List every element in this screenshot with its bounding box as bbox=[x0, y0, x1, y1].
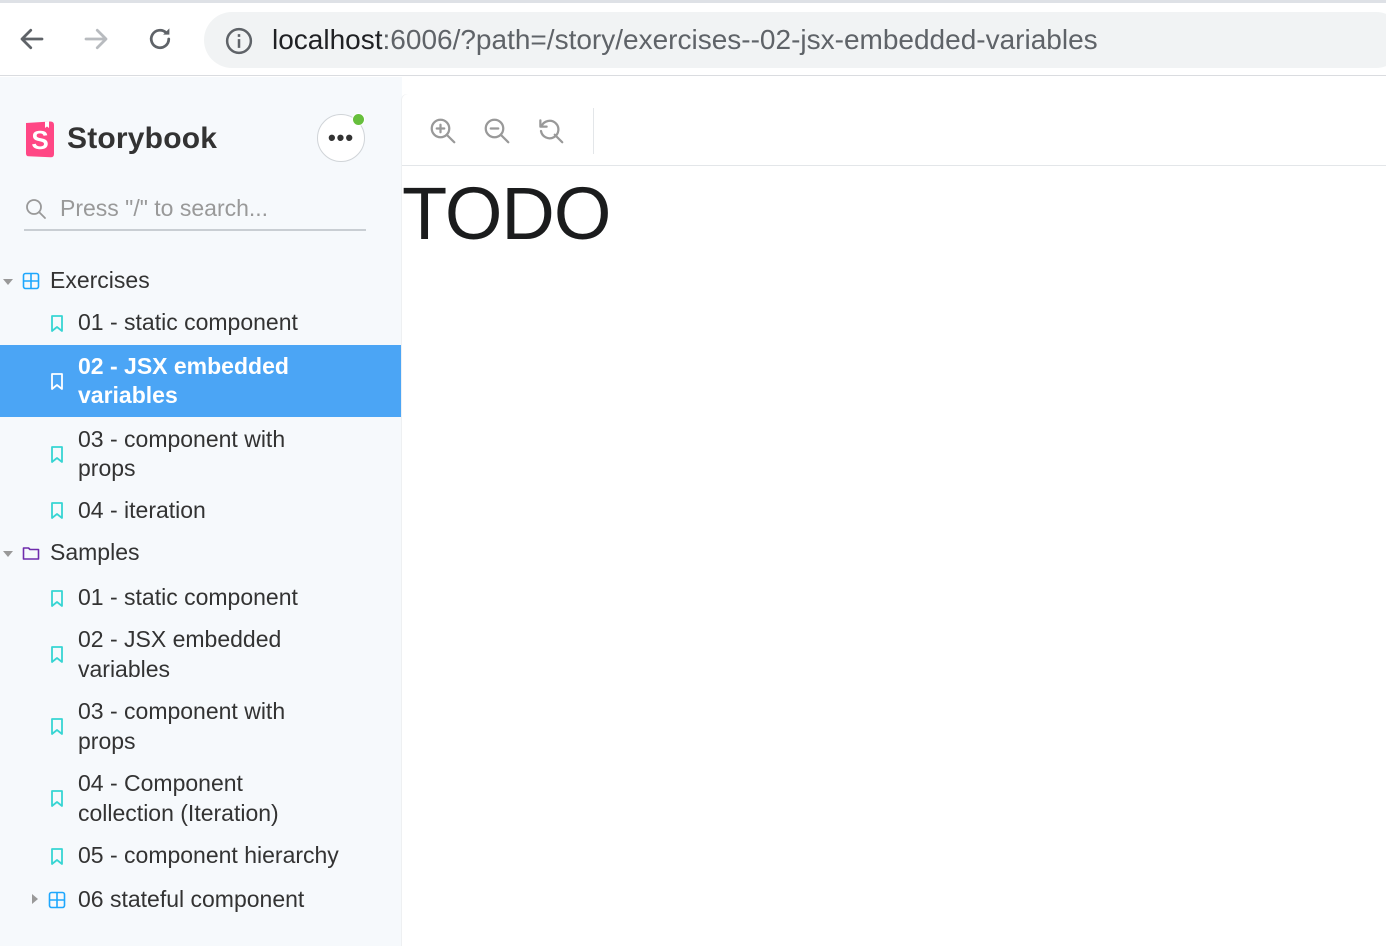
component-icon bbox=[48, 891, 66, 909]
info-icon[interactable] bbox=[224, 26, 254, 56]
forward-button[interactable] bbox=[78, 21, 114, 57]
zoom-in-icon[interactable] bbox=[428, 116, 458, 146]
url-host: localhost bbox=[272, 24, 383, 55]
preview-panel: TODO bbox=[402, 94, 1386, 946]
bookmark-icon bbox=[51, 590, 63, 607]
url-path: :6006/?path=/story/exercises--02-jsx-emb… bbox=[382, 24, 1098, 55]
storybook-logo-icon: S bbox=[26, 121, 54, 158]
status-indicator bbox=[352, 113, 365, 126]
back-icon bbox=[20, 28, 44, 50]
zoom-out-icon[interactable] bbox=[482, 116, 512, 146]
story-item[interactable]: 03 - component with props bbox=[0, 421, 402, 485]
chevron-right-icon bbox=[32, 894, 38, 904]
story-label: 04 - Component collection (Iteration) bbox=[78, 770, 279, 826]
bookmark-icon bbox=[51, 502, 63, 519]
story-label: 05 - component hierarchy bbox=[78, 842, 339, 868]
story-item[interactable]: 05 - component hierarchy bbox=[0, 837, 402, 873]
story-item[interactable]: 04 - iteration bbox=[0, 493, 402, 529]
story-label: 03 - component with props bbox=[78, 426, 286, 481]
chevron-down-icon bbox=[3, 551, 13, 557]
bookmark-icon bbox=[51, 646, 63, 663]
toolbar-divider bbox=[593, 108, 594, 154]
search-input[interactable] bbox=[60, 191, 360, 225]
sidebar: S Storybook ••• Exercises 01 - static co… bbox=[0, 77, 402, 946]
group-label: Exercises bbox=[50, 267, 150, 293]
story-content: TODO bbox=[402, 172, 611, 255]
reload-icon bbox=[149, 28, 171, 50]
ellipsis-icon: ••• bbox=[327, 125, 355, 150]
bookmark-icon bbox=[51, 373, 63, 390]
folder-icon bbox=[22, 547, 40, 560]
bookmark-icon bbox=[51, 315, 63, 332]
group-samples[interactable]: Samples bbox=[0, 537, 402, 569]
story-label: 02 - JSX embedded variables bbox=[78, 626, 282, 682]
reload-button[interactable] bbox=[142, 21, 178, 57]
story-item[interactable]: 01 - static component bbox=[0, 305, 402, 341]
bookmark-icon bbox=[51, 718, 63, 735]
story-item[interactable]: 04 - Component collection (Iteration) bbox=[0, 765, 402, 831]
chevron-down-icon bbox=[3, 279, 13, 285]
story-label: 02 - JSX embedded variables bbox=[78, 353, 289, 408]
search-bar bbox=[24, 191, 366, 231]
subgroup-stateful-component[interactable]: 06 stateful component bbox=[0, 883, 402, 915]
preview-toolbar bbox=[402, 94, 1386, 166]
browser-toolbar: localhost:6006/?path=/story/exercises--0… bbox=[0, 0, 1386, 76]
search-icon bbox=[26, 199, 46, 219]
story-item[interactable]: 03 - component with props bbox=[0, 693, 402, 759]
brand[interactable]: S Storybook bbox=[24, 119, 217, 159]
story-label: 04 - iteration bbox=[78, 497, 206, 523]
bookmark-icon bbox=[51, 790, 63, 807]
url-text[interactable]: localhost:6006/?path=/story/exercises--0… bbox=[272, 25, 1098, 55]
brand-name: Storybook bbox=[67, 122, 218, 155]
back-button[interactable] bbox=[14, 21, 50, 57]
subgroup-label: 06 stateful component bbox=[78, 886, 305, 912]
component-icon bbox=[22, 272, 40, 290]
story-item[interactable]: 01 - static component bbox=[0, 579, 402, 615]
bookmark-icon bbox=[51, 446, 63, 463]
address-bar[interactable]: localhost:6006/?path=/story/exercises--0… bbox=[204, 12, 1386, 68]
story-item[interactable]: 02 - JSX embedded variables bbox=[0, 621, 402, 687]
bookmark-icon bbox=[51, 848, 63, 865]
story-label: 01 - static component bbox=[78, 309, 298, 335]
group-exercises[interactable]: Exercises bbox=[0, 265, 402, 297]
svg-text:S: S bbox=[31, 125, 48, 155]
zoom-reset-icon[interactable] bbox=[536, 116, 566, 146]
story-label: 01 - static component bbox=[78, 584, 298, 610]
story-item-selected[interactable]: 02 - JSX embedded variables bbox=[0, 345, 402, 417]
forward-icon bbox=[84, 28, 108, 50]
group-label: Samples bbox=[50, 539, 140, 565]
story-label: 03 - component with props bbox=[78, 698, 286, 754]
